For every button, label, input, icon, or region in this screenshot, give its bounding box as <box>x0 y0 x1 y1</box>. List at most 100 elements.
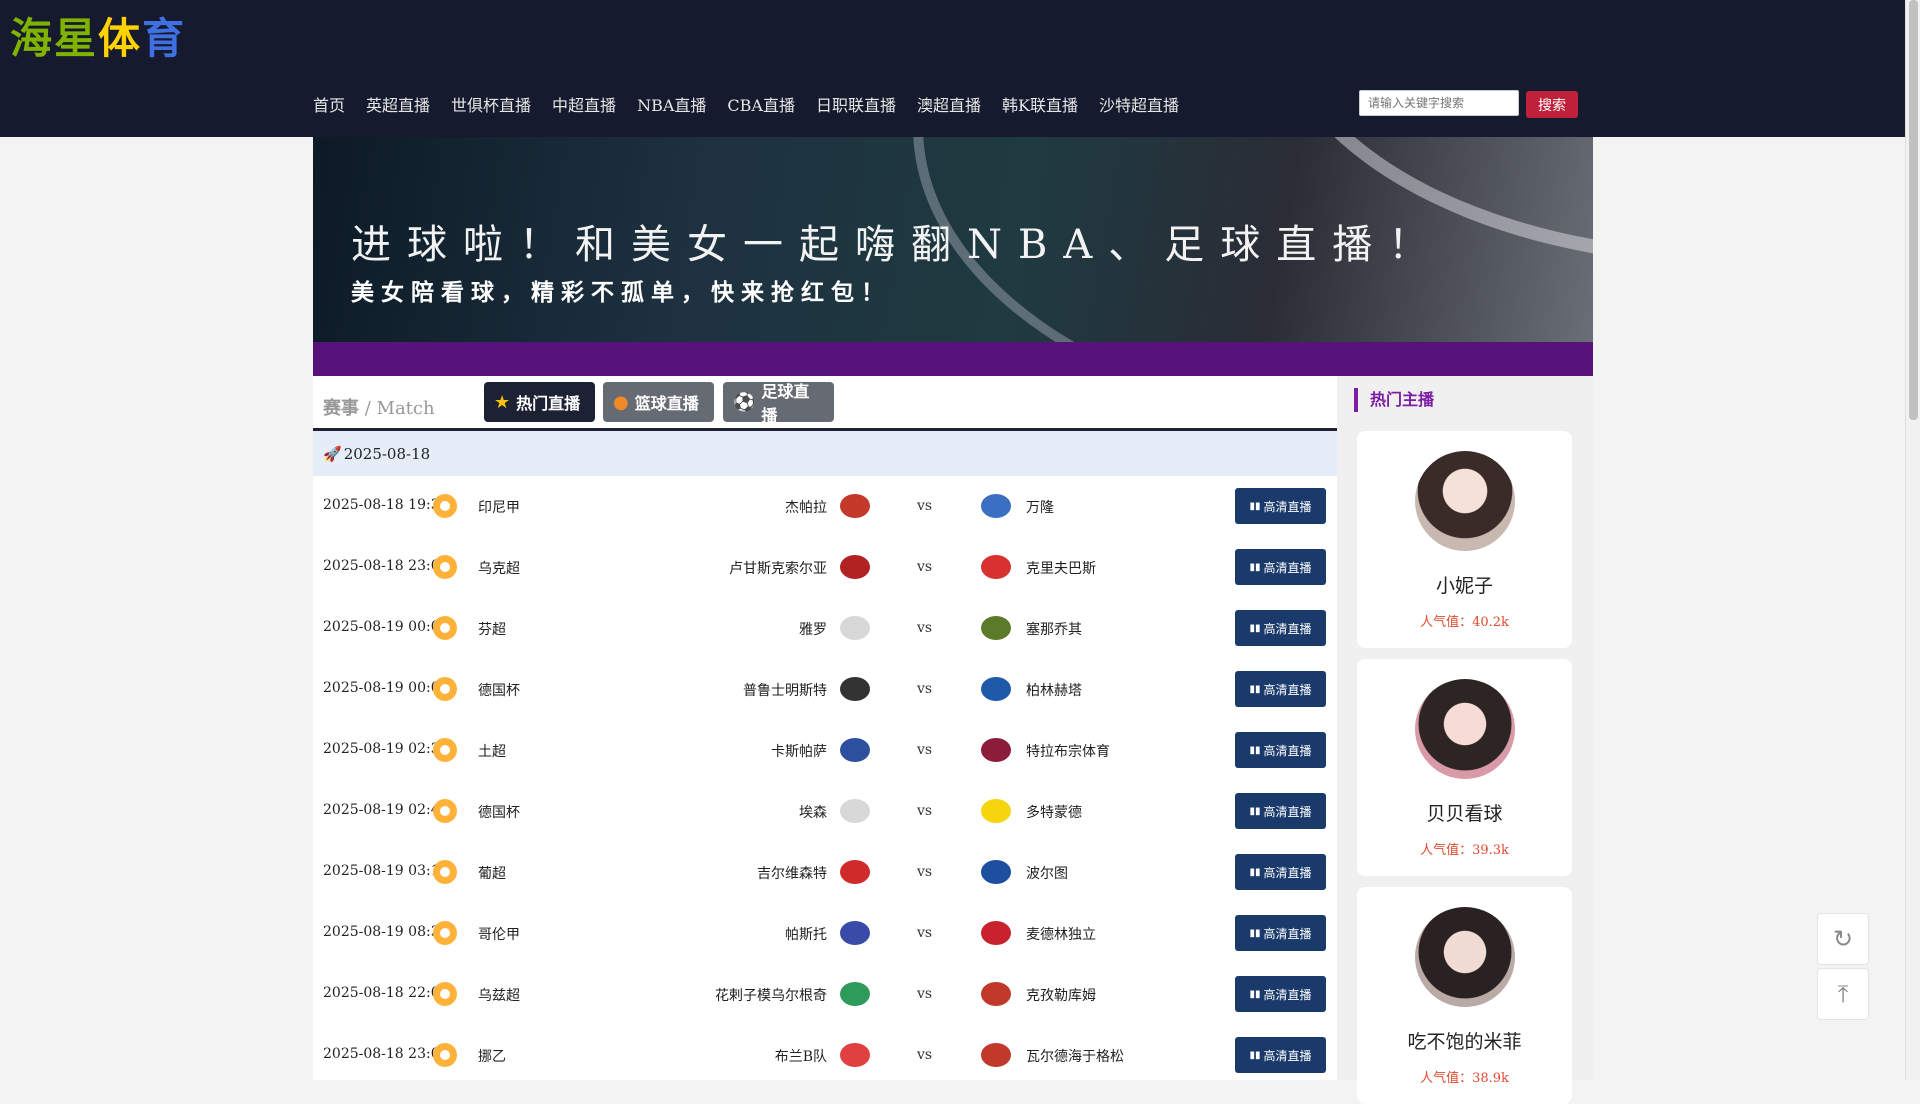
match-row: 2025-08-18 23:00 乌克超 卢甘斯克索尔亚 vs 克里夫巴斯 ▮▮ 高清直播 <box>313 537 1337 598</box>
match-time: 2025-08-19 02:30 <box>323 741 449 757</box>
nav-club-world-cup[interactable]: 世俱杯直播 <box>451 92 531 116</box>
signal-bars-icon: ▮▮ <box>1249 622 1261 634</box>
match-title: 赛事 / Match <box>323 394 435 420</box>
football-league-icon <box>433 555 457 579</box>
logo-part-3: 育 <box>142 13 187 63</box>
nav-j-league[interactable]: 日职联直播 <box>816 92 896 116</box>
banner-headline: 进球啦！和美女一起嗨翻NBA、足球直播！ <box>351 222 1445 268</box>
tab-basketball-live[interactable]: ● 篮球直播 <box>603 382 714 422</box>
home-team: 卢甘斯克索尔亚 <box>729 561 827 577</box>
home-team-logo <box>840 921 870 945</box>
signal-bars-icon: ▮▮ <box>1249 927 1261 939</box>
hd-live-button[interactable]: ▮▮ 高清直播 <box>1235 915 1326 951</box>
away-team: 克里夫巴斯 <box>1026 561 1096 577</box>
match-league: 哥伦甲 <box>478 927 520 943</box>
hd-live-button[interactable]: ▮▮ 高清直播 <box>1235 976 1326 1012</box>
streamer-popularity: 人气值：38.9k <box>1420 1071 1509 1086</box>
hd-live-label: 高清直播 <box>1263 621 1312 636</box>
match-league: 德国杯 <box>478 683 520 699</box>
streamer-card[interactable]: 贝贝看球 人气值：39.3k <box>1357 659 1572 876</box>
nav-home[interactable]: 首页 <box>313 92 345 116</box>
nav-saudi-league[interactable]: 沙特超直播 <box>1099 92 1179 116</box>
match-header: 赛事 / Match ★ 热门直播 ● 篮球直播 ⚽ 足球直播 <box>313 376 1337 431</box>
search-input[interactable] <box>1359 90 1519 116</box>
match-league: 挪乙 <box>478 1049 506 1065</box>
vs-label: vs <box>917 498 933 514</box>
hd-live-button[interactable]: ▮▮ 高清直播 <box>1235 854 1326 890</box>
hd-live-button[interactable]: ▮▮ 高清直播 <box>1235 549 1326 585</box>
hd-live-button[interactable]: ▮▮ 高清直播 <box>1235 1037 1326 1073</box>
away-team: 柏林赫塔 <box>1026 683 1082 699</box>
hero-banner[interactable]: 进球啦！和美女一起嗨翻NBA、足球直播！ 美女陪看球，精彩不孤单，快来抢红包！ <box>313 137 1593 342</box>
search-button[interactable]: 搜索 <box>1526 91 1578 118</box>
away-team: 特拉布宗体育 <box>1026 744 1110 760</box>
streamer-card[interactable]: 吃不饱的米菲 人气值：38.9k <box>1357 887 1572 1104</box>
site-logo[interactable]: 海星体育 <box>10 10 186 63</box>
match-time: 2025-08-19 08:30 <box>323 924 449 940</box>
match-time: 2025-08-18 19:30 <box>323 497 449 513</box>
vs-label: vs <box>917 803 933 819</box>
signal-bars-icon: ▮▮ <box>1249 805 1261 817</box>
nav-a-league[interactable]: 澳超直播 <box>917 92 981 116</box>
signal-bars-icon: ▮▮ <box>1249 744 1261 756</box>
streamer-popularity: 人气值：39.3k <box>1420 843 1509 858</box>
match-row: 2025-08-19 03:15 葡超 吉尔维森特 vs 波尔图 ▮▮ 高清直播 <box>313 842 1337 903</box>
away-team-logo <box>981 494 1011 518</box>
vs-label: vs <box>917 620 933 636</box>
refresh-button[interactable]: ↻ <box>1817 913 1869 965</box>
football-league-icon <box>433 677 457 701</box>
hd-live-button[interactable]: ▮▮ 高清直播 <box>1235 793 1326 829</box>
match-time: 2025-08-19 00:00 <box>323 619 449 635</box>
date-header: 🚀 2025-08-18 <box>313 431 1337 476</box>
nav-premier-league[interactable]: 英超直播 <box>366 92 430 116</box>
hd-live-button[interactable]: ▮▮ 高清直播 <box>1235 671 1326 707</box>
match-time: 2025-08-19 00:00 <box>323 680 449 696</box>
match-title-en: Match <box>376 398 435 419</box>
match-league: 乌克超 <box>478 561 520 577</box>
streamer-name: 小妮子 <box>1435 575 1493 597</box>
away-team-logo <box>981 799 1011 823</box>
tab-hot-live[interactable]: ★ 热门直播 <box>484 382 595 422</box>
vs-label: vs <box>917 1047 933 1063</box>
nav-nba[interactable]: NBA直播 <box>637 92 706 116</box>
sidebar-title: 热门主播 <box>1354 388 1434 412</box>
hd-live-label: 高清直播 <box>1263 560 1312 575</box>
streamer-card[interactable]: 小妮子 人气值：40.2k <box>1357 431 1572 648</box>
away-team: 克孜勒库姆 <box>1026 988 1096 1004</box>
home-team-logo <box>840 555 870 579</box>
home-team-logo <box>840 1043 870 1067</box>
football-league-icon <box>433 738 457 762</box>
banner-strip <box>313 342 1593 376</box>
nav-cba[interactable]: CBA直播 <box>727 92 795 116</box>
streamer-avatar <box>1415 679 1515 779</box>
rocket-icon: 🚀 <box>323 444 342 463</box>
match-row: 2025-08-19 00:00 德国杯 普鲁士明斯特 vs 柏林赫塔 ▮▮ 高清直播 <box>313 659 1337 720</box>
home-team: 普鲁士明斯特 <box>743 683 827 699</box>
away-team-logo <box>981 677 1011 701</box>
away-team: 麦德林独立 <box>1026 927 1096 943</box>
away-team-logo <box>981 860 1011 884</box>
match-time: 2025-08-18 23:00 <box>323 1046 449 1062</box>
hd-live-button[interactable]: ▮▮ 高清直播 <box>1235 610 1326 646</box>
signal-bars-icon: ▮▮ <box>1249 683 1261 695</box>
match-time: 2025-08-18 22:00 <box>323 985 449 1001</box>
logo-part-1: 海星 <box>10 13 99 63</box>
hd-live-button[interactable]: ▮▮ 高清直播 <box>1235 488 1326 524</box>
home-team: 卡斯帕萨 <box>771 744 827 760</box>
hd-live-label: 高清直播 <box>1263 926 1312 941</box>
tab-football-live[interactable]: ⚽ 足球直播 <box>723 382 834 425</box>
tab-basketball-live-label: 篮球直播 <box>634 394 699 413</box>
nav-k-league[interactable]: 韩K联直播 <box>1002 92 1078 116</box>
match-league: 乌兹超 <box>478 988 520 1004</box>
page-scrollbar[interactable] <box>1905 0 1920 1080</box>
sidebar: 热门主播 小妮子 人气值：40.2k 贝贝看球 人气值：39.3k 吃不饱的米菲… <box>1337 376 1593 1104</box>
away-team-logo <box>981 738 1011 762</box>
football-league-icon <box>433 860 457 884</box>
football-league-icon <box>433 982 457 1006</box>
back-to-top-button[interactable]: ⤒ <box>1817 968 1869 1020</box>
hd-live-button[interactable]: ▮▮ 高清直播 <box>1235 732 1326 768</box>
home-team: 吉尔维森特 <box>757 866 827 882</box>
signal-bars-icon: ▮▮ <box>1249 866 1261 878</box>
scrollbar-thumb[interactable] <box>1909 0 1918 420</box>
nav-csl[interactable]: 中超直播 <box>552 92 616 116</box>
